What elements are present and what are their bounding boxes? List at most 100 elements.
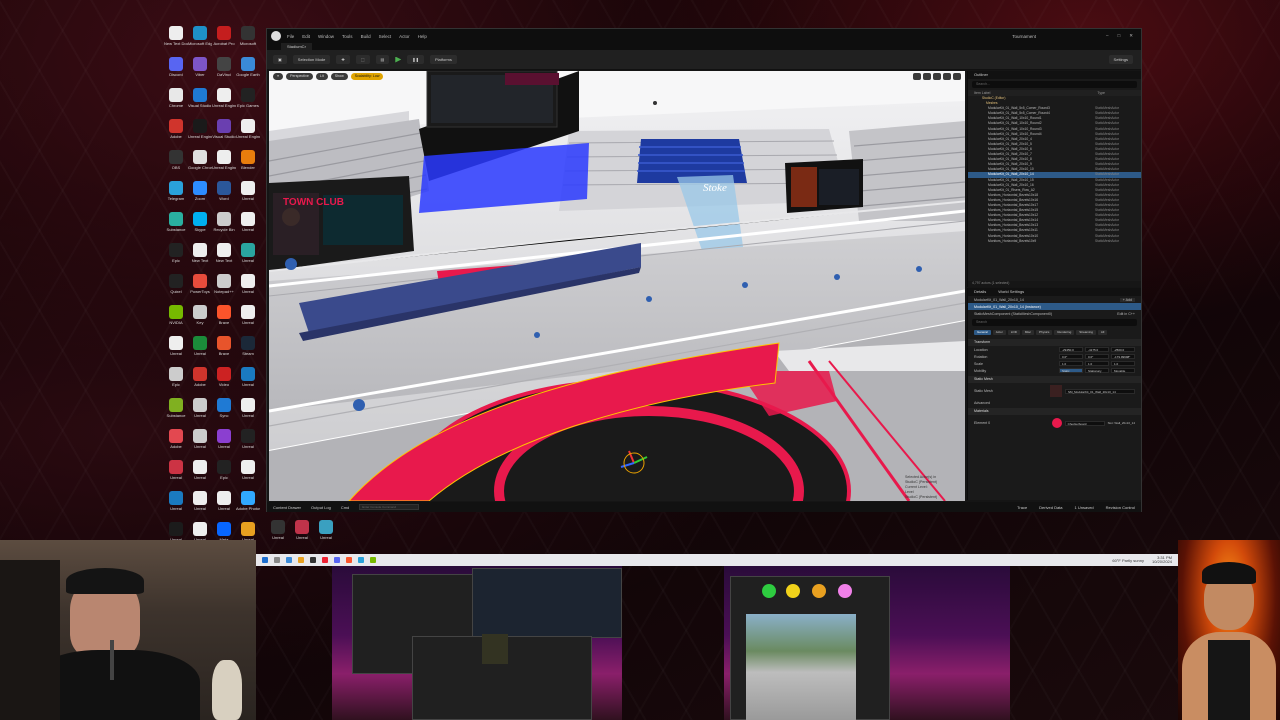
desktop-app-icon[interactable]: Adobe [188,367,212,397]
desktop-app-icon[interactable]: Unreal [188,336,212,366]
desktop-app-icon[interactable]: Unreal [236,367,260,397]
desktop-app-icon[interactable]: Sync [212,398,236,428]
actor-name-field[interactable]: ModularKit_01_Wall_20x10_14 [974,298,1024,302]
outliner-title[interactable]: Outliner [974,71,988,79]
desktop-app-icon[interactable]: Acrobat Pro [212,26,236,56]
snap-scale-icon[interactable] [933,73,941,80]
desktop-app-icon[interactable]: OBS [164,150,188,180]
desktop-app-icon[interactable]: Unreal [236,243,260,273]
settings-button[interactable]: Settings [1108,55,1133,64]
mobility-movable-button[interactable]: Movable [1111,368,1135,373]
desktop-app-icon[interactable]: PowerToys [188,274,212,304]
desktop-app-icon[interactable]: Telegram [164,181,188,211]
level-tab[interactable]: StadiumCr [281,43,312,50]
filter-all[interactable]: All [1097,330,1108,335]
menu-tools[interactable]: Tools [342,34,353,39]
add-actor-icon[interactable]: ✚ [336,55,350,64]
window-preview-1[interactable] [332,566,622,720]
rotation-y-field[interactable]: 0.0° [1085,354,1109,359]
desktop-app-icon[interactable]: Unreal Engine 5 [188,119,212,149]
lit-button[interactable]: Lit [315,73,328,80]
menu-build[interactable]: Build [361,34,371,39]
desktop-app-icon[interactable]: Epic [164,243,188,273]
desktop-app-icon[interactable]: Video [212,367,236,397]
column-type[interactable]: Type [1097,90,1105,96]
play-icon[interactable] [395,56,402,63]
material-dropdown[interactable]: Checkerboard [1064,420,1105,426]
desktop-app-icon[interactable]: Brave [212,336,236,366]
desktop-app-icon[interactable]: Unreal [188,491,212,521]
save-icon[interactable]: ▣ [273,55,287,64]
desktop-app-icon[interactable]: Unreal [236,429,260,459]
show-button[interactable]: Show [330,73,348,80]
filter-actor[interactable]: Actor [992,330,1006,335]
desktop-app-icon[interactable]: Unreal Engine [236,119,260,149]
desktop-app-icon[interactable]: NVIDIA [164,305,188,335]
desktop-app-icon[interactable]: Recycle Bin [212,212,236,242]
menu-edit[interactable]: Edit [302,34,310,39]
location-z-field[interactable]: -2500.0 [1111,347,1135,352]
desktop-app-icon[interactable]: New Text Document [164,26,188,56]
viewport-menu-icon[interactable]: ≡ [273,73,284,80]
details-search-input[interactable]: Search [972,319,1137,326]
desktop-app-icon[interactable]: Notepad++ [212,274,236,304]
blueprint-icon[interactable]: ⬚ [355,55,370,64]
window-preview-2[interactable] [724,566,1010,720]
console-command-input[interactable]: Enter Console Command [359,504,420,510]
outliner-row[interactable]: Monitors_Horizontal_Bezels10x9 StaticMesh… [968,239,1141,244]
desktop-app-icon[interactable]: Blender [236,150,260,180]
desktop-app-icon[interactable]: Unreal Engine [212,88,236,118]
explorer-icon[interactable] [298,557,304,563]
clock[interactable]: 3:31 PM 10/20/2024 [1152,556,1172,564]
filter-rendering[interactable]: Rendering [1054,330,1075,335]
level-viewport[interactable]: TOWN CLUB Stoke ≡ Perspective Lit Show S… [269,71,965,501]
filter-general[interactable]: General [974,330,991,335]
desktop-app-icon[interactable]: Skype [188,212,212,242]
menu-help[interactable]: Help [418,34,427,39]
telegram-icon[interactable] [358,557,364,563]
tab-details[interactable]: Details [974,288,986,296]
advanced-toggle[interactable]: Advanced [974,401,990,405]
obs-icon[interactable] [322,557,328,563]
component-instance-row[interactable]: ModularKit_01_Wall_20x10_14 (Instance) [968,303,1141,310]
revision-control-button[interactable]: Revision Control [1106,505,1135,510]
desktop-app-icon[interactable]: New Text [212,243,236,273]
platforms-button[interactable]: Platforms [429,55,457,64]
tab-world-settings[interactable]: World Settings [998,288,1024,296]
scale-x-field[interactable]: 1.0 [1059,361,1083,366]
mobility-static-button[interactable]: Static [1059,368,1083,373]
outliner-search-input[interactable]: Search... [972,81,1137,88]
scale-y-field[interactable]: 1.0 [1085,361,1109,366]
scale-z-field[interactable]: 1.0 [1111,361,1135,366]
desktop-app-icon[interactable]: Adobe Photoshop [236,491,260,521]
rotation-z-field[interactable]: -179.99998° [1111,354,1135,359]
menu-select[interactable]: Select [379,34,392,39]
desktop-app-icon[interactable]: Unreal [236,181,260,211]
desktop-app-icon[interactable]: Unreal [236,212,260,242]
desktop-app-icon[interactable]: Substance [164,398,188,428]
edit-cpp-link[interactable]: Edit in C++ [1117,312,1135,316]
desktop-app-icon[interactable]: Unreal [188,460,212,490]
desktop-app-icon[interactable]: Google Earth [236,57,260,87]
desktop-app-icon[interactable]: Viber [188,57,212,87]
desktop-app-icon[interactable]: Epic Games [236,88,260,118]
output-log-button[interactable]: Output Log [311,505,331,510]
transform-section[interactable]: Transform [968,339,1141,346]
location-x-field[interactable]: -29450.0 [1059,347,1083,352]
desktop-app-icon[interactable]: Steam [236,336,260,366]
desktop-app-icon[interactable]: Unreal [236,460,260,490]
desktop-app-icon[interactable]: Unreal [314,520,338,550]
unsaved-button[interactable]: 1 Unsaved [1075,505,1094,510]
desktop-app-icon[interactable]: Brave [212,305,236,335]
desktop-app-icon[interactable]: Unreal [212,491,236,521]
static-mesh-dropdown[interactable]: SM_ModularKit_01_Wall_20x10_14 [1065,388,1135,394]
trace-button[interactable]: Trace [1017,505,1027,510]
advanced-row[interactable]: Advanced [968,399,1141,406]
desktop-app-icon[interactable]: Epic [212,460,236,490]
desktop-app-icon[interactable]: Google Chrome [188,150,212,180]
selection-mode-button[interactable]: Selection Mode [292,55,331,64]
desktop-app-icon[interactable]: Key [188,305,212,335]
desktop-app-icon[interactable]: Unreal Engine [212,150,236,180]
brave-icon[interactable] [346,557,352,563]
desktop-app-icon[interactable]: Zoom [188,181,212,211]
